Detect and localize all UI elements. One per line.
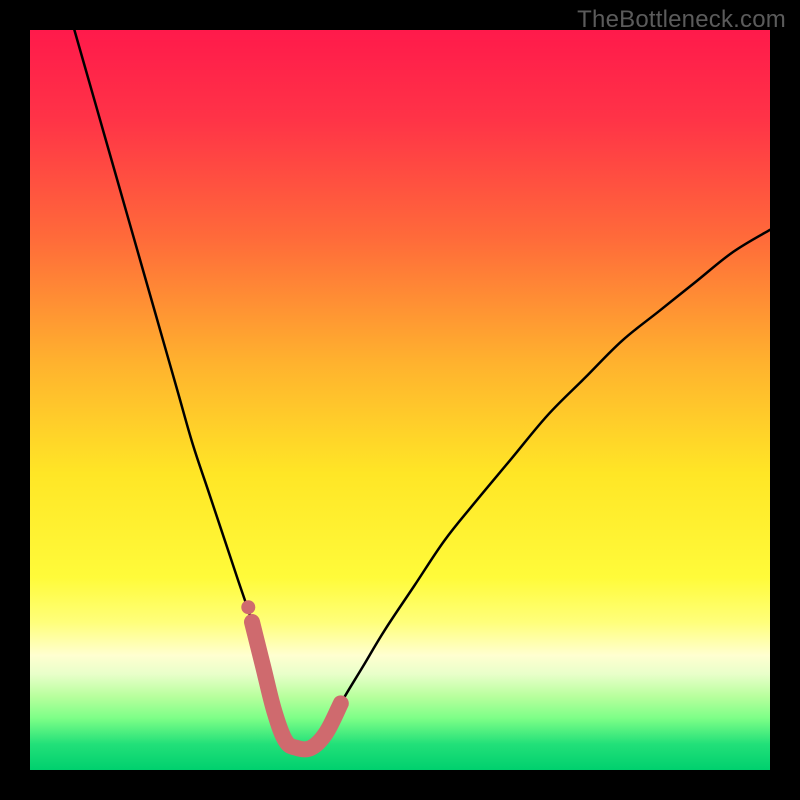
curve-layer bbox=[30, 30, 770, 770]
highlight-valley bbox=[252, 622, 341, 749]
outer-frame: TheBottleneck.com bbox=[0, 0, 800, 800]
bottleneck-curve bbox=[74, 30, 770, 749]
highlight-dot bbox=[241, 600, 255, 614]
plot-area bbox=[30, 30, 770, 770]
